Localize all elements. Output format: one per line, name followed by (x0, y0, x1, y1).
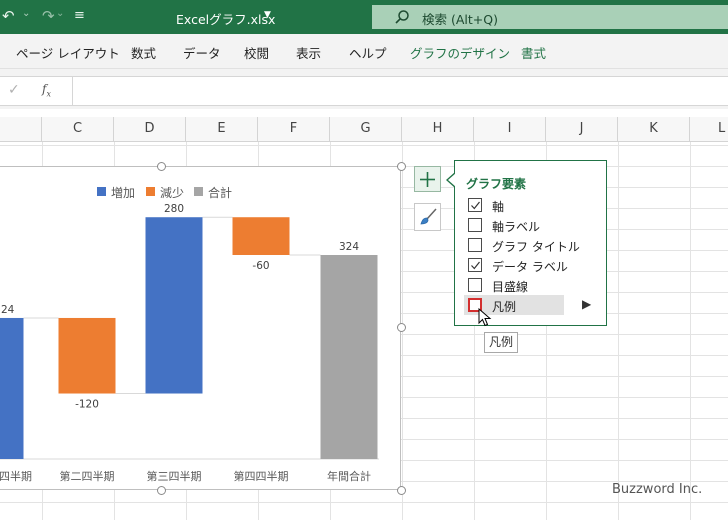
tab-view[interactable]: 表示 (296, 43, 321, 62)
redo-dropdown-icon[interactable]: ⌄ (56, 8, 64, 19)
redo-icon[interactable]: ↷ (42, 7, 55, 25)
paintbrush-icon (420, 208, 437, 225)
waterfall-bar-5[interactable] (320, 255, 378, 459)
resize-handle-top[interactable] (157, 162, 166, 171)
undo-dropdown-icon[interactable]: ⌄ (22, 8, 30, 19)
category-label-5: 年間合計 (327, 469, 371, 483)
option-axes[interactable]: 軸 (468, 197, 564, 215)
column-header-l[interactable]: L (690, 117, 728, 141)
window-title: Excelグラフ.xlsx (176, 12, 276, 27)
chart-title-checkbox[interactable] (468, 238, 482, 252)
ribbon-tabs: ページ レイアウト 数式 データ 校閲 表示 ヘルプ グラフのデザイン 書式 (0, 34, 728, 69)
undo-icon[interactable]: ↶ (2, 7, 15, 25)
mouse-cursor-icon (478, 308, 492, 327)
data-labels-checkbox[interactable] (468, 258, 482, 272)
gridlines-checkbox[interactable] (468, 278, 482, 292)
tab-page-layout[interactable]: ページ レイアウト (16, 43, 120, 62)
data-labels-label: データ ラベル (492, 260, 568, 274)
gridlines-label: 目盛線 (492, 280, 529, 294)
resize-handle-top-right[interactable] (397, 162, 406, 171)
column-header-k[interactable]: K (618, 117, 690, 141)
insert-function-icon[interactable]: fx (42, 82, 51, 98)
data-label-5: 324 (339, 241, 359, 253)
column-header-h[interactable]: H (402, 117, 474, 141)
title-bar: ↶ ⌄ ↷ ⌄ ≡ Excelグラフ.xlsx ▼ 検索 (Alt+Q) (0, 0, 728, 34)
tab-help[interactable]: ヘルプ (349, 43, 387, 62)
chart-title-label: グラフ タイトル (492, 240, 580, 254)
waterfall-bar-2[interactable] (58, 317, 116, 394)
tab-review[interactable]: 校閲 (244, 43, 269, 62)
popup-title: グラフ要素 (466, 177, 527, 191)
axis-titles-label: 軸ラベル (492, 220, 541, 234)
column-header-d[interactable]: D (114, 117, 186, 141)
search-box[interactable]: 検索 (Alt+Q) (372, 5, 728, 29)
category-label-3: 第三四半期 (147, 469, 202, 483)
column-header-c[interactable]: C (42, 117, 114, 141)
chart-elements-button[interactable] (414, 166, 441, 192)
tab-data[interactable]: データ (183, 43, 221, 62)
option-data-labels[interactable]: データ ラベル (468, 257, 568, 275)
column-header-e[interactable]: E (186, 117, 258, 141)
checkmark-icon (471, 261, 480, 270)
column-header-g[interactable]: G (330, 117, 402, 141)
search-icon (395, 10, 409, 24)
title-dropdown-icon[interactable]: ▼ (264, 10, 271, 20)
tab-formulas[interactable]: 数式 (131, 43, 156, 62)
data-label-2: -120 (75, 399, 99, 411)
customize-toolbar-icon[interactable]: ≡ (74, 8, 85, 23)
waterfall-bar-1[interactable] (0, 317, 24, 459)
waterfall-bar-4[interactable] (232, 217, 290, 255)
option-chart-title[interactable]: グラフ タイトル (468, 237, 580, 255)
legend-tooltip: 凡例 (484, 332, 518, 353)
plus-icon (420, 172, 435, 187)
column-header-j[interactable]: J (546, 117, 618, 141)
axes-checkbox[interactable] (468, 198, 482, 212)
chart-plot-area: 24 四半期 -120 第二四半期 280 第三四半期 -60 第四四半期 324 年間合計 (0, 203, 379, 483)
resize-handle-bottom[interactable] (157, 486, 166, 495)
axis-titles-checkbox[interactable] (468, 218, 482, 232)
resize-handle-bottom-right[interactable] (397, 486, 406, 495)
formula-buttons: ✓ fx (0, 76, 73, 106)
category-label-1: 四半期 (0, 469, 32, 483)
column-header-partial[interactable] (0, 117, 42, 141)
search-placeholder: 検索 (Alt+Q) (422, 12, 498, 27)
data-label-4: -60 (252, 260, 269, 272)
column-header-f[interactable]: F (258, 117, 330, 141)
option-axis-titles[interactable]: 軸ラベル (468, 217, 564, 235)
data-label-3: 280 (164, 203, 184, 215)
enter-check-icon[interactable]: ✓ (8, 82, 20, 98)
legend-label: 凡例 (492, 300, 517, 314)
data-label-1: 24 (1, 304, 15, 316)
submenu-arrow-icon[interactable]: ▶ (582, 297, 591, 311)
waterfall-chart[interactable]: 増加 減少 合計 24 四半期 -120 第二四半期 280 第三四半期 -60 第四四半期 3… (0, 166, 401, 490)
watermark: Buzzword Inc. (612, 482, 703, 497)
formula-input[interactable] (72, 76, 728, 106)
option-gridlines[interactable]: 目盛線 (468, 277, 564, 295)
popup-pointer-inner (448, 173, 456, 187)
category-label-4: 第四四半期 (234, 469, 289, 483)
chart-styles-button[interactable] (414, 203, 441, 231)
tab-chart-design[interactable]: グラフのデザイン (410, 43, 510, 62)
column-header-i[interactable]: I (474, 117, 546, 141)
waterfall-bar-3[interactable] (145, 217, 203, 394)
checkmark-icon (471, 201, 480, 210)
category-label-2: 第二四半期 (60, 469, 115, 483)
tab-format[interactable]: 書式 (521, 43, 546, 62)
resize-handle-right[interactable] (397, 323, 406, 332)
axes-label: 軸 (492, 200, 505, 214)
